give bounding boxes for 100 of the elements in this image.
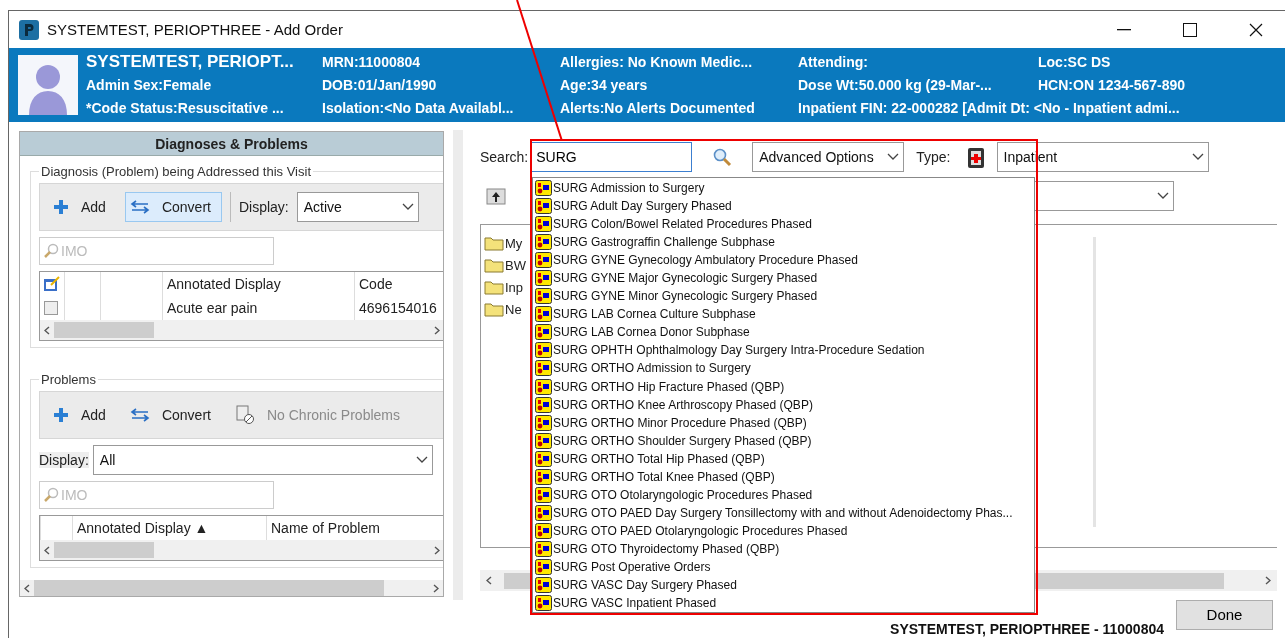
search-field[interactable]: SURG [531,142,693,172]
window-title: SYSTEMTEST, PERIOPTHREE - Add Order [47,21,344,38]
suggestion-item[interactable]: SURG Colon/Bowel Related Procedures Phased [553,217,812,232]
suggestion-item[interactable]: SURG ORTHO Knee Arthroscopy Phased (QBP) [553,397,813,412]
edit-icon [43,275,61,293]
suggestion-item[interactable]: SURG ORTHO Total Hip Phased (QBP) [553,451,765,466]
patient-info: HCN:ON 1234-567-890 [1038,76,1186,95]
display-select[interactable]: Active [296,192,419,222]
suggestion-item[interactable]: SURG Gastrograffin Challenge Subphase [553,235,775,250]
scroll-left-icon[interactable] [486,576,492,585]
add-button[interactable]: Add [48,400,117,430]
suggestion-item[interactable]: SURG ORTHO Minor Procedure Phased (QBP) [553,415,807,430]
search-icon [43,243,59,259]
scroll-right-icon[interactable] [1265,576,1271,585]
column-header[interactable]: Annotated Display [162,272,354,296]
scroll-left-icon[interactable] [44,325,50,335]
patient-info: MRN:11000804 [322,53,422,72]
suggestion-item[interactable]: SURG OTO PAED Otolaryngologic Procedures Phased [553,523,848,538]
scrollbar[interactable] [40,320,443,340]
minimize-icon [1117,28,1131,31]
suggestion-item[interactable]: SURG ORTHO Shoulder Surgery Phased (QBP) [553,433,812,448]
add-button[interactable]: Add [48,192,117,222]
order-set-icon [535,270,552,287]
row-checkbox[interactable] [44,301,58,315]
avatar-icon [18,55,78,115]
suggestion-item[interactable]: SURG Adult Day Surgery Phased [553,199,732,214]
patient-info: Loc:SC DS [1038,53,1112,72]
suggestion-item[interactable]: SURG GYNE Gynecology Ambulatory Procedure Phased [553,253,858,268]
convert-button[interactable]: Convert [124,400,222,430]
suggestion-item[interactable]: SURG OTO Otolaryngologic Procedures Phased [553,487,813,502]
order-set-icon [535,486,552,503]
folder-icon [484,301,504,317]
swap-arrows-icon [129,200,150,214]
suggestion-item[interactable]: SURG ORTHO Total Knee Phased (QBP) [553,469,775,484]
advanced-options-select[interactable]: Advanced Options [752,142,905,172]
folder-item[interactable]: Inp [505,279,524,295]
order-set-icon [535,540,552,557]
patient-info: Isolation:<No Data Availabl... [322,99,515,118]
folder-icon [484,257,504,273]
display-select[interactable]: All [92,445,433,475]
order-set-icon [535,559,552,575]
scrollbar[interactable] [20,580,443,596]
chevron-down-icon [887,153,900,161]
order-set-icon [535,234,552,251]
panel-title: Diagnoses & Problems [20,132,443,156]
order-set-icon [535,216,552,233]
patient-info: Admin Sex:Female [86,76,213,95]
order-set-icon [535,468,552,485]
folder-item[interactable]: BW [505,257,526,273]
patient-info: DOB:01/Jan/1990 [322,76,438,95]
order-set-icon [535,180,552,196]
patient-name: SYSTEMTEST, PERIOPT... [86,51,295,73]
suggestion-item[interactable]: SURG LAB Cornea Donor Subphase [553,325,750,340]
done-button[interactable]: Done [1176,599,1273,630]
suggestion-item[interactable]: SURG LAB Cornea Culture Subphase [553,307,756,322]
patient-info: Attending: [798,53,869,72]
suggestion-item[interactable]: SURG ORTHO Hip Fracture Phased (QBP) [553,379,785,394]
app-logo-icon [19,19,39,40]
suggestion-item[interactable]: SURG GYNE Major Gynecologic Surgery Phased [553,271,818,286]
suggestion-item[interactable]: SURG OTO Thyroidectomy Phased (QBP) [553,541,780,556]
patient-summary: SYSTEMTEST, PERIOPTHREE - 11000804 [890,621,1164,637]
folder-icon [484,235,504,251]
order-set-icon [535,396,552,413]
scroll-right-icon[interactable] [433,583,439,593]
column-header[interactable]: Code [354,272,443,296]
scrollbar[interactable] [40,540,443,560]
order-set-icon [535,414,552,431]
patient-info: Inpatient FIN: 22-000282 [Admit Dt: <No - Inpatient admi... [798,99,1181,118]
order-set-icon [535,324,552,341]
patient-info: Allergies: No Known Medic... [560,53,754,72]
plus-icon [53,407,69,423]
display-label: Display: [238,199,289,215]
patient-info: *Code Status:Resuscitative ... [86,99,285,118]
suggestion-item[interactable]: SURG ORTHO Admission to Surgery [553,361,751,376]
up-folder-icon [486,187,506,205]
close-icon [1249,22,1263,37]
suggestion-item[interactable]: SURG OPHTH Ophthalmology Day Surgery Intra-Procedure Sedation [553,343,925,358]
order-set-icon [535,360,552,377]
order-set-icon [535,252,552,269]
suggestion-item[interactable]: SURG Admission to Surgery [553,181,705,195]
suggestion-item[interactable]: SURG Post Operative Orders [553,560,711,574]
order-set-icon [535,432,552,449]
patient-info: Dose Wt:50.000 kg (29-Mar-... [798,76,993,95]
suggestion-item[interactable]: SURG VASC Day Surgery Phased [553,578,737,593]
maximize-icon [1183,22,1197,37]
suggestion-item[interactable]: SURG VASC Inpatient Phased [553,596,717,611]
folder-item[interactable]: Ne [505,301,522,317]
scroll-left-icon[interactable] [44,545,50,555]
suggestion-item[interactable]: SURG GYNE Minor Gynecologic Surgery Phased [553,289,818,304]
scroll-left-icon[interactable] [24,583,30,593]
scroll-right-icon[interactable] [434,545,440,555]
convert-button[interactable]: Convert [124,192,222,222]
order-set-icon [535,342,552,359]
suggestion-item[interactable]: SURG OTO PAED Day Surgery Tonsillectomy with and without Adenoidectomy Phas... [553,505,1013,520]
scroll-right-icon[interactable] [434,325,440,335]
order-set-icon [535,306,552,323]
group-legend: Problems [39,372,98,387]
patient-info: Age:34 years [560,76,649,95]
plus-icon [53,199,69,215]
folder-item[interactable]: My [505,235,523,251]
